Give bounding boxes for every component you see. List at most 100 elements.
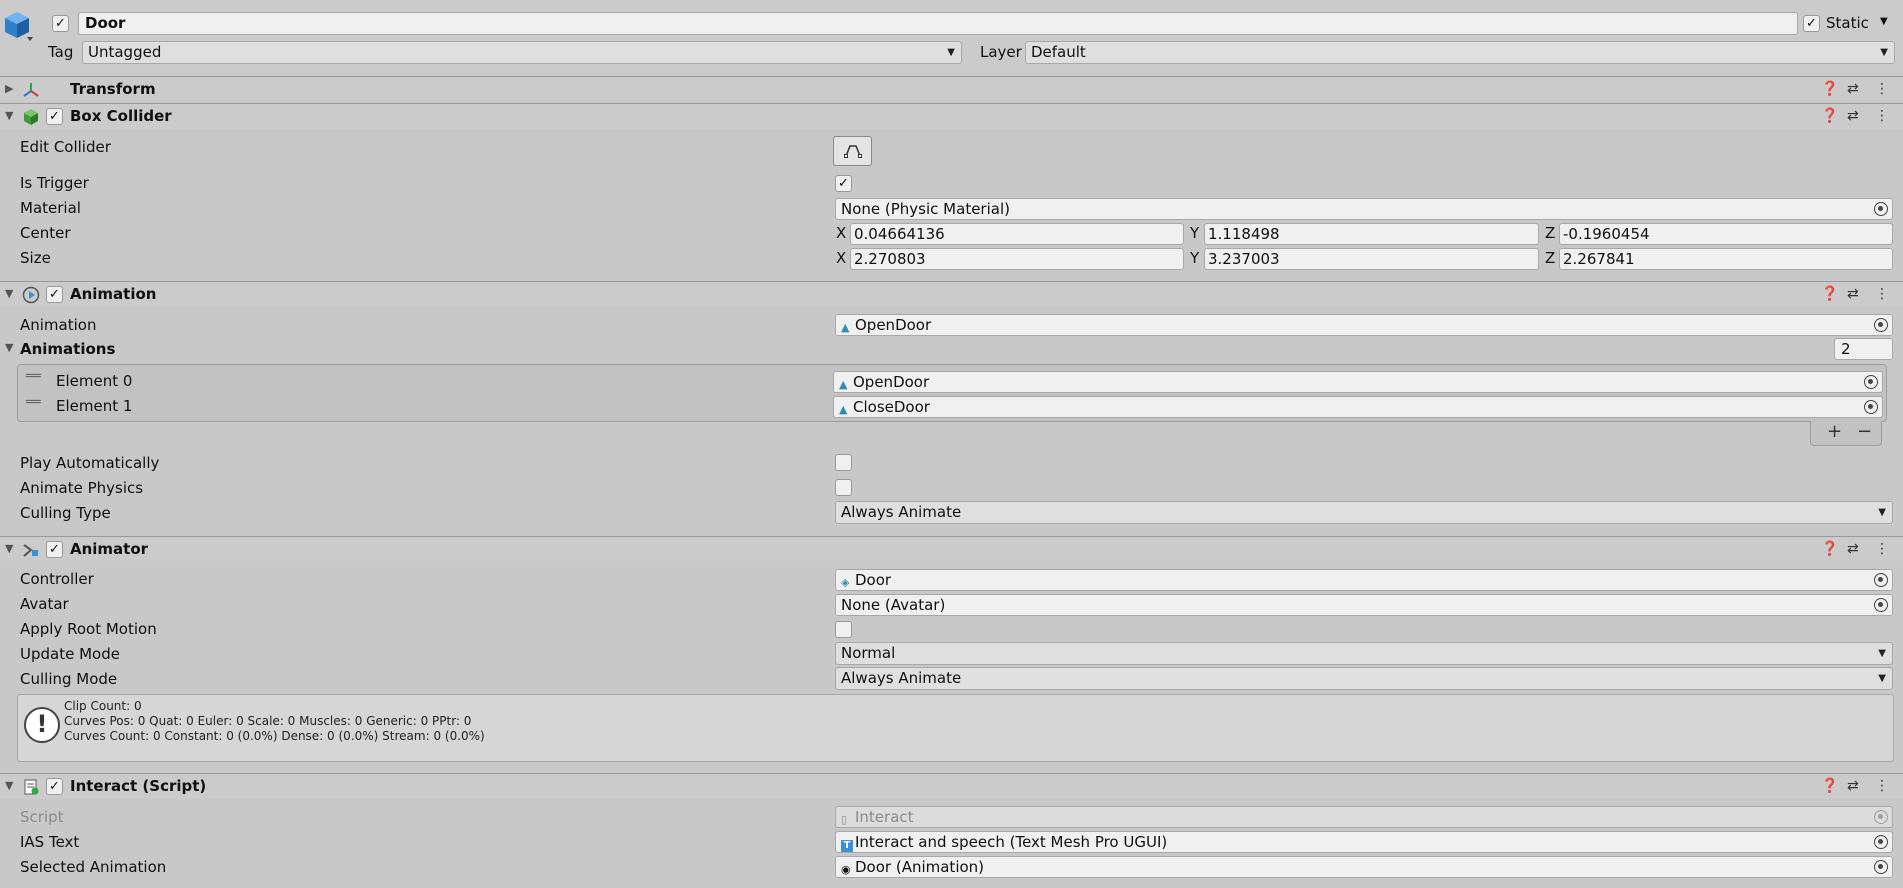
center-x-field[interactable]: 0.04664136 [850,223,1184,245]
selected-animation-value: Door (Animation) [855,858,985,876]
object-picker-icon[interactable] [1864,400,1878,414]
object-picker-icon[interactable] [1874,835,1888,849]
script-value: Interact [855,808,914,826]
animation-header[interactable]: ▼ ✓ Animation ❓ ⇄ ⋮ [0,281,1903,307]
foldout-expanded-icon[interactable]: ▼ [5,287,13,300]
animation-enabled-checkbox[interactable]: ✓ [46,286,63,303]
animations-label: Animations [20,340,116,358]
preset-icon[interactable]: ⇄ [1847,286,1859,302]
culling-mode-dropdown[interactable]: Always Animate ▼ [835,667,1893,690]
object-picker-icon[interactable] [1874,573,1888,587]
layer-dropdown[interactable]: Default ▼ [1025,41,1895,64]
static-dropdown-arrow-icon[interactable]: ▼ [1880,16,1888,27]
culling-type-label: Culling Type [20,504,111,522]
tag-dropdown[interactable]: Untagged ▼ [82,41,962,64]
update-mode-value: Normal [841,644,896,662]
foldout-expanded-icon[interactable]: ▼ [5,779,13,792]
gameobject-cube-icon[interactable] [3,10,33,42]
drag-handle-icon[interactable]: ══ [26,395,41,410]
edit-collider-button[interactable] [833,136,872,166]
center-y-field[interactable]: 1.118498 [1204,223,1539,245]
more-menu-icon[interactable]: ⋮ [1875,108,1889,124]
interact-script-header[interactable]: ▼ ✓ Interact (Script) ❓ ⇄ ⋮ [0,773,1903,799]
more-menu-icon[interactable]: ⋮ [1875,541,1889,557]
info-line-2: Curves Pos: 0 Quat: 0 Euler: 0 Scale: 0 … [64,714,472,728]
animation-field[interactable]: ▲ OpenDoor [835,314,1893,336]
size-z-label: Z [1545,249,1556,267]
object-picker-icon[interactable] [1874,860,1888,874]
help-icon[interactable]: ❓ [1821,108,1838,124]
transform-title: Transform [70,80,156,98]
interact-enabled-checkbox[interactable]: ✓ [46,778,63,795]
drag-handle-icon[interactable]: ══ [26,369,41,384]
edit-collider-icon [844,145,862,158]
active-checkbox[interactable]: ✓ [52,15,69,32]
selected-animation-field[interactable]: ◉ Door (Animation) [835,856,1893,878]
foldout-expanded-icon[interactable]: ▼ [5,109,13,122]
play-automatically-checkbox[interactable] [835,454,852,471]
ias-text-field[interactable]: T Interact and speech (Text Mesh Pro UGUI… [835,831,1893,853]
animations-foldout-icon[interactable]: ▼ [5,341,13,354]
avatar-field[interactable]: None (Avatar) [835,594,1893,616]
help-icon[interactable]: ❓ [1821,541,1838,557]
center-label: Center [20,224,71,242]
update-mode-label: Update Mode [20,645,120,663]
transform-header[interactable]: ▶ Transform ❓ ⇄ ⋮ [0,76,1903,102]
material-value: None (Physic Material) [841,200,1010,218]
animator-title: Animator [70,540,149,558]
preset-icon[interactable]: ⇄ [1847,81,1859,97]
material-field[interactable]: None (Physic Material) [835,198,1893,220]
object-picker-icon[interactable] [1874,598,1888,612]
size-y-field[interactable]: 3.237003 [1204,248,1539,270]
controller-field[interactable]: ◈ Door [835,569,1893,591]
name-field[interactable]: Door [78,12,1798,35]
box-collider-enabled-checkbox[interactable]: ✓ [46,108,63,125]
more-menu-icon[interactable]: ⋮ [1875,81,1889,97]
help-icon[interactable]: ❓ [1821,778,1838,794]
animations-size-field[interactable]: 2 [1834,338,1893,360]
object-picker-icon[interactable] [1874,202,1888,216]
script-field: ▯ Interact [835,806,1893,828]
help-icon[interactable]: ❓ [1821,81,1838,97]
help-icon[interactable]: ❓ [1821,286,1838,302]
controller-value: Door [855,571,892,589]
center-y-label: Y [1190,224,1200,242]
controller-label: Controller [20,570,94,588]
selected-animation-label: Selected Animation [20,858,167,876]
edit-collider-label: Edit Collider [20,138,111,156]
remove-element-button[interactable]: − [1857,421,1872,442]
add-element-button[interactable]: + [1827,421,1842,442]
info-line-1: Clip Count: 0 [64,699,142,713]
is-trigger-checkbox[interactable]: ✓ [835,175,852,192]
center-z-field[interactable]: -0.1960454 [1559,223,1893,245]
animation-clip-icon: ▲ [841,321,850,334]
foldout-collapsed-icon[interactable]: ▶ [5,82,13,95]
animate-physics-label: Animate Physics [20,479,144,497]
preset-icon[interactable]: ⇄ [1847,541,1859,557]
animator-enabled-checkbox[interactable]: ✓ [46,541,63,558]
animation-label: Animation [20,316,97,334]
size-z-field[interactable]: 2.267841 [1559,248,1893,270]
animator-header[interactable]: ▼ ✓ Animator ❓ ⇄ ⋮ [0,536,1903,562]
element-1-field[interactable]: ▲ CloseDoor [833,396,1883,418]
transform-icon [23,83,39,97]
update-mode-dropdown[interactable]: Normal ▼ [835,642,1893,665]
preset-icon[interactable]: ⇄ [1847,778,1859,794]
size-x-field[interactable]: 2.270803 [850,248,1184,270]
object-picker-icon[interactable] [1864,375,1878,389]
apply-root-motion-checkbox[interactable] [835,621,852,638]
box-collider-header[interactable]: ▼ ✓ Box Collider ❓ ⇄ ⋮ [0,103,1903,129]
culling-type-dropdown[interactable]: Always Animate ▼ [835,501,1893,524]
culling-type-value: Always Animate [841,503,962,521]
static-checkbox[interactable]: ✓ [1803,15,1820,32]
more-menu-icon[interactable]: ⋮ [1875,778,1889,794]
preset-icon[interactable]: ⇄ [1847,108,1859,124]
object-picker-icon[interactable] [1874,318,1888,332]
element-0-field[interactable]: ▲ OpenDoor [833,371,1883,393]
play-automatically-label: Play Automatically [20,454,160,472]
more-menu-icon[interactable]: ⋮ [1875,286,1889,302]
animator-controller-icon: ◈ [841,576,850,589]
tag-label: Tag [48,43,74,61]
foldout-expanded-icon[interactable]: ▼ [5,542,13,555]
animate-physics-checkbox[interactable] [835,479,852,496]
